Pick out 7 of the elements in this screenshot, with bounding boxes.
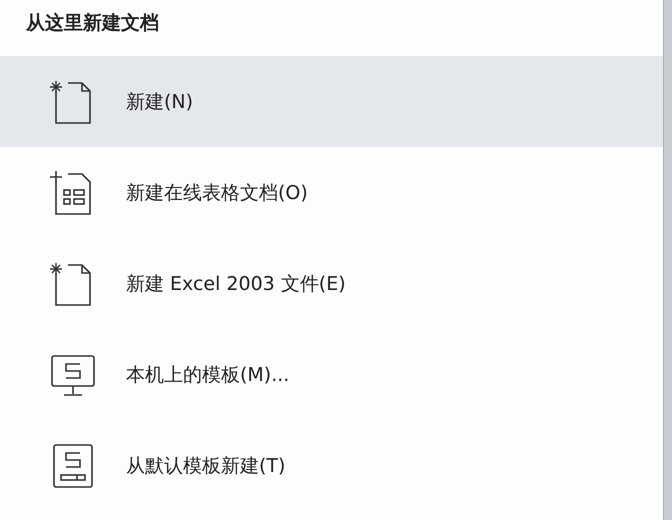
menu-item[interactable]: 新建(N) — [0, 56, 663, 147]
menu-title: 从这里新建文档 — [24, 11, 159, 36]
menu-item[interactable]: 新建在线表格文档(O) — [0, 147, 663, 238]
menu-item[interactable]: 从默认模板新建(T) — [0, 420, 663, 511]
menu-item[interactable]: 新建 Excel 2003 文件(E) — [0, 238, 663, 329]
template-icon — [50, 442, 96, 488]
menu-item[interactable]: 本机上的模板(M)... — [0, 329, 663, 420]
